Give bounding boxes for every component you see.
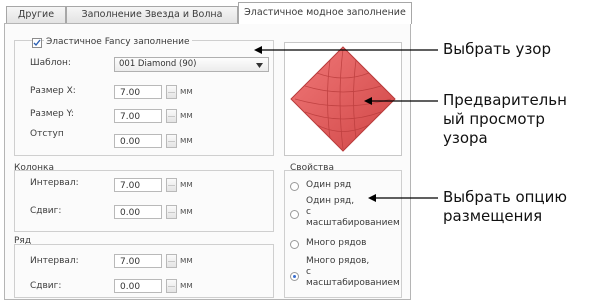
arrow-left-icon	[254, 46, 262, 54]
tab-elastic-fancy-fill[interactable]: Эластичное модное заполнение	[238, 2, 412, 24]
arrow-left-icon	[364, 97, 372, 105]
callout-layout-line: Выбрать опцию	[443, 188, 568, 206]
callout-layout-line: размещения	[443, 207, 543, 225]
arrow-left-icon	[368, 194, 376, 202]
callout-layout-option: Выбрать опцию размещения	[443, 188, 567, 226]
callout-preview: Предварительн ый просмотр узора	[443, 91, 567, 148]
callout-preview-line: узора	[443, 129, 488, 147]
callout-preview-line: Предварительн	[443, 91, 567, 109]
callout-preview-line: ый просмотр	[443, 110, 545, 128]
callout-select-pattern: Выбрать узор	[443, 40, 551, 58]
